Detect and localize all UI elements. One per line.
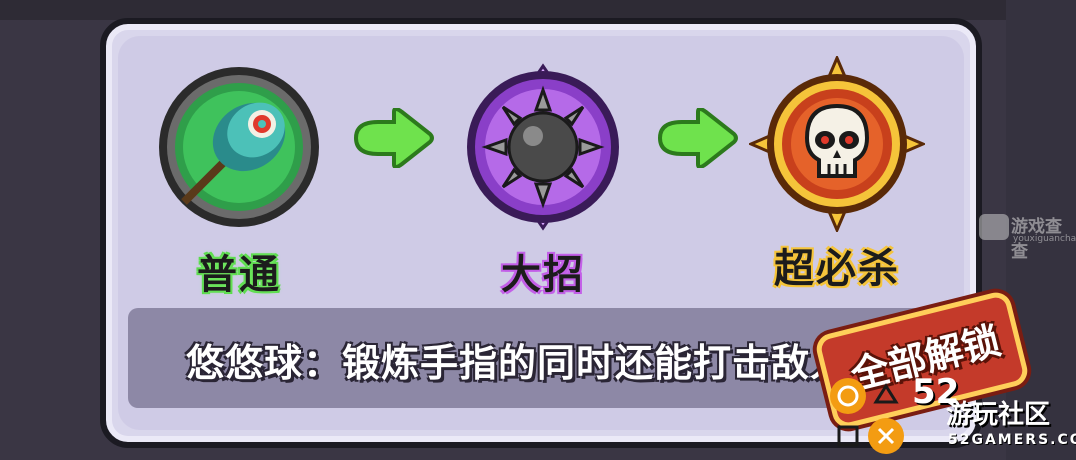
top-strip <box>0 0 1076 20</box>
watermark-bottom-text: 游玩社区 <box>946 400 1051 430</box>
arrow-right-icon <box>657 108 738 168</box>
playstation-buttons-logo-icon <box>830 378 904 454</box>
skill-label-super: 超必杀 <box>774 246 900 292</box>
skill-ultimate[interactable]: 大招 <box>458 62 628 300</box>
camera-logo-icon <box>979 214 1009 240</box>
yoyo-icon <box>154 62 324 232</box>
skill-label-normal: 普通 <box>197 252 281 298</box>
watermark-top-sub: youxiguancha.com <box>1013 234 1076 244</box>
skill-super[interactable]: 超必杀 <box>749 56 925 294</box>
watermark-top: 游戏查查 youxiguancha.com <box>975 210 1076 262</box>
skill-normal[interactable]: 普通 <box>154 62 324 300</box>
skull-icon <box>749 56 925 232</box>
watermark-bottom: 52 游玩社区 52GAMERS.COM <box>828 372 1076 460</box>
arrow-right-icon <box>353 108 434 168</box>
watermark-site: 52GAMERS.COM <box>948 432 1076 448</box>
skill-description: 悠悠球：锻炼手指的同时还能打击敌人 <box>186 341 850 385</box>
skill-label-ultimate: 大招 <box>501 252 585 298</box>
spiked-ball-icon <box>458 62 628 232</box>
